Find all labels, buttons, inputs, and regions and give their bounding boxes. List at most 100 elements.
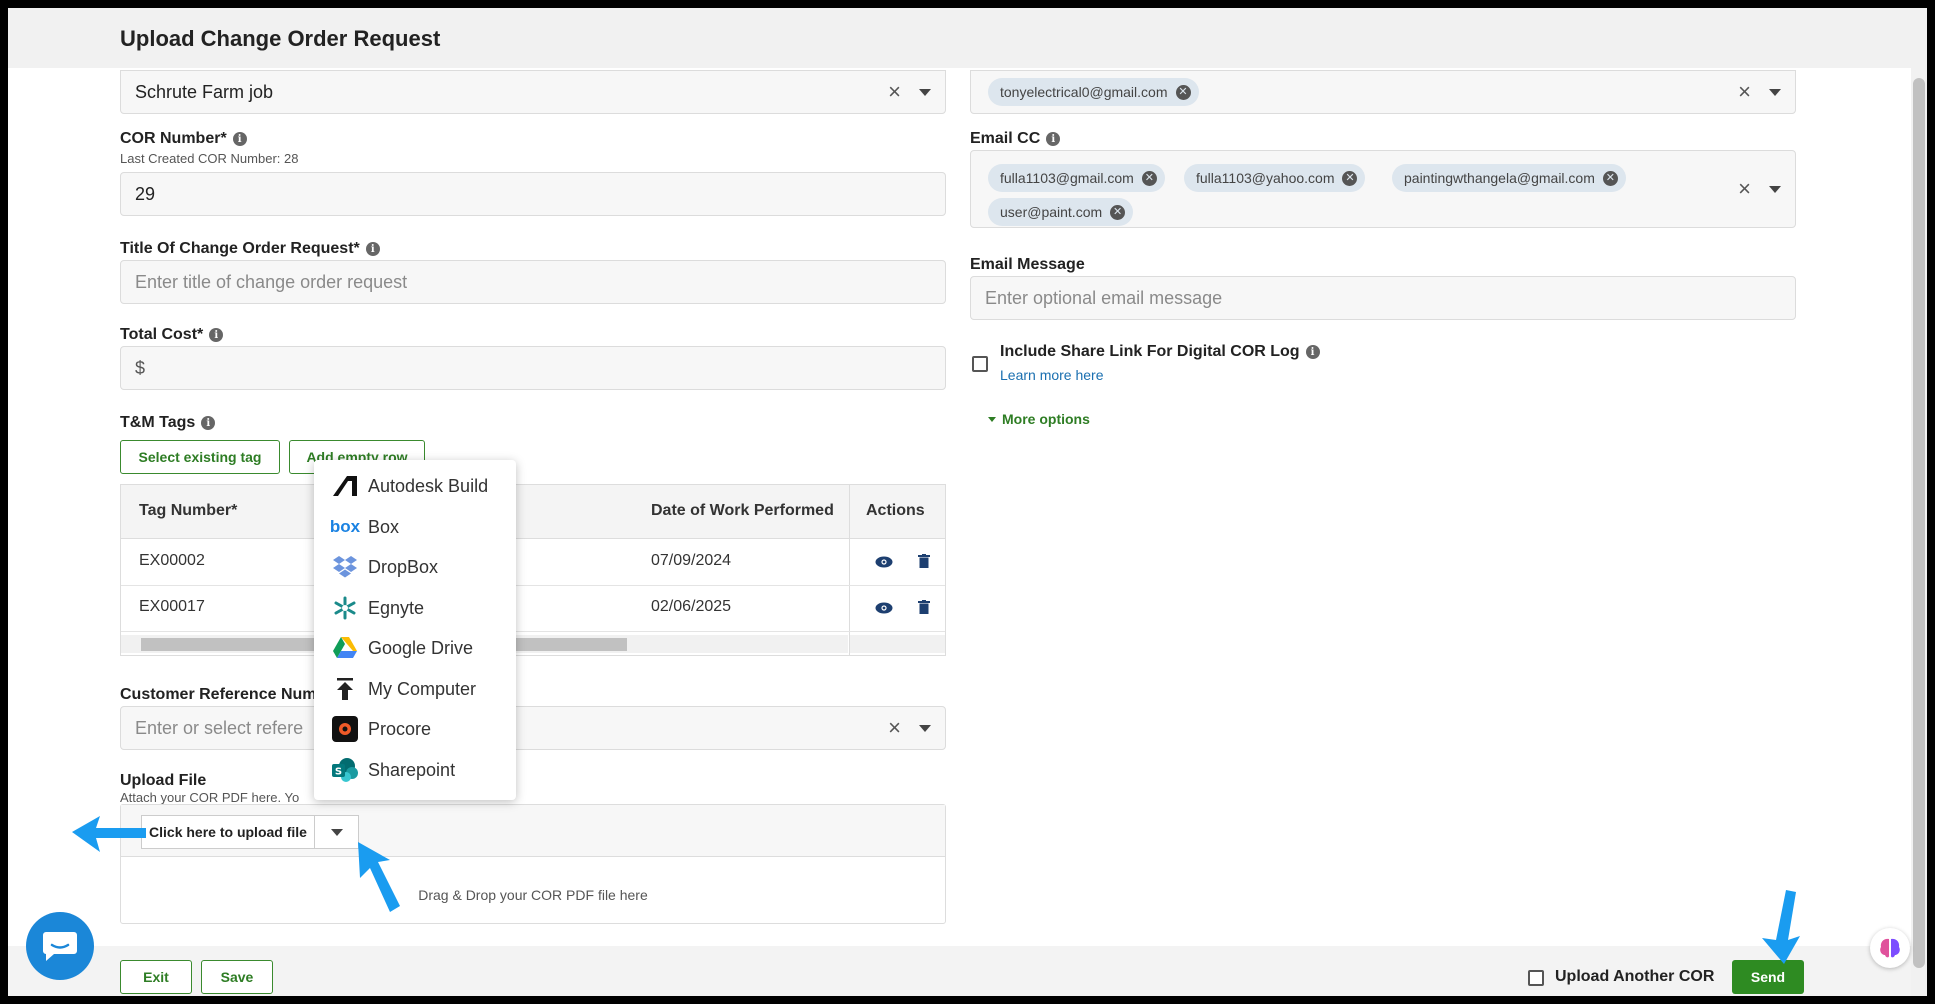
- menu-item-autodesk-build[interactable]: Autodesk Build: [314, 466, 516, 506]
- menu-item-box[interactable]: box Box: [314, 507, 516, 547]
- menu-item-label: Egnyte: [368, 597, 425, 618]
- menu-item-egnyte[interactable]: Egnyte: [314, 588, 516, 628]
- assistant-widget-button[interactable]: [1870, 928, 1910, 968]
- date-cell: 02/06/2025: [651, 598, 732, 615]
- menu-item-dropbox[interactable]: DropBox: [314, 547, 516, 587]
- eye-icon[interactable]: [875, 555, 893, 569]
- upload-button-label: Click here to upload file: [149, 824, 307, 840]
- annotation-arrow-icon: [72, 816, 146, 852]
- tm-tags-table: Tag Number* Date of Work Performed Actio…: [120, 484, 946, 656]
- title-input[interactable]: Enter title of change order request: [120, 260, 946, 304]
- project-value: Schrute Farm job: [135, 81, 274, 102]
- title-label: Title Of Change Order Request* i: [120, 240, 380, 258]
- email-message-input[interactable]: Enter optional email message: [970, 276, 1796, 320]
- info-icon[interactable]: i: [1305, 345, 1320, 359]
- menu-item-label: Autodesk Build: [368, 475, 489, 496]
- email-chip: fulla1103@gmail.com ✕: [988, 164, 1165, 192]
- annotation-arrow-icon: [358, 842, 400, 912]
- project-select[interactable]: Schrute Farm job ×: [120, 70, 946, 114]
- annotation-arrow-icon: [1762, 890, 1800, 964]
- vertical-scrollbar[interactable]: [1911, 68, 1927, 996]
- select-existing-tag-button[interactable]: Select existing tag: [120, 440, 280, 474]
- chevron-down-icon[interactable]: [919, 88, 931, 96]
- cor-number-label-text: COR Number*: [120, 130, 227, 147]
- procore-icon: [332, 716, 358, 742]
- info-icon[interactable]: i: [201, 416, 216, 430]
- eye-icon[interactable]: [875, 601, 893, 615]
- date-cell: 07/09/2024: [651, 552, 732, 569]
- chip-label: fulla1103@yahoo.com: [1196, 170, 1335, 186]
- customer-reference-select[interactable]: Enter or select refere ×: [120, 706, 946, 750]
- info-icon[interactable]: i: [232, 132, 247, 146]
- info-icon[interactable]: i: [365, 242, 380, 256]
- upload-file-button[interactable]: Click here to upload file: [141, 815, 359, 849]
- row-divider: [121, 585, 945, 586]
- email-cc-label: Email CC i: [970, 130, 1061, 148]
- column-date: Date of Work Performed: [651, 502, 834, 519]
- info-icon[interactable]: i: [209, 328, 224, 342]
- remove-chip-icon[interactable]: ✕: [1342, 170, 1358, 186]
- menu-item-procore[interactable]: Procore: [314, 709, 516, 749]
- clear-icon[interactable]: ×: [1738, 178, 1751, 200]
- total-cost-label-text: Total Cost*: [120, 326, 204, 343]
- share-link-label: Include Share Link For Digital COR Log i: [1000, 343, 1320, 361]
- email-chip: paintingwthangela@gmail.com ✕: [1392, 164, 1626, 192]
- clear-icon[interactable]: ×: [1738, 81, 1751, 103]
- chip-label: fulla1103@gmail.com: [1000, 170, 1134, 186]
- email-chip: user@paint.com ✕: [988, 198, 1134, 226]
- clear-icon[interactable]: ×: [888, 81, 901, 103]
- tag-cell[interactable]: EX00017: [139, 598, 205, 616]
- drop-hint: Drag & Drop your COR PDF file here: [418, 887, 648, 903]
- upload-dropzone[interactable]: Click here to upload file Drag & Drop yo…: [120, 804, 946, 924]
- menu-item-sharepoint[interactable]: S Sharepoint: [314, 750, 516, 790]
- remove-chip-icon[interactable]: ✕: [1602, 170, 1618, 186]
- chevron-down-icon[interactable]: [919, 724, 931, 732]
- exit-button[interactable]: Exit: [120, 960, 192, 994]
- horizontal-scrollbar[interactable]: [850, 635, 945, 653]
- column-tag-number: Tag Number*: [139, 502, 238, 519]
- customer-reference-label: Customer Reference Numb: [120, 686, 327, 703]
- scroll-thumb[interactable]: [1913, 78, 1925, 968]
- chevron-down-icon[interactable]: [1769, 88, 1781, 96]
- chat-widget-button[interactable]: [26, 912, 94, 980]
- chip-label: paintingwthangela@gmail.com: [1404, 170, 1595, 186]
- title-label-text: Title Of Change Order Request*: [120, 240, 360, 257]
- upload-another-label: Upload Another COR: [1555, 968, 1715, 985]
- save-button[interactable]: Save: [201, 960, 273, 994]
- upload-toolbar: Click here to upload file: [121, 805, 945, 857]
- upload-another-checkbox[interactable]: [1528, 970, 1544, 986]
- menu-item-label: Sharepoint: [368, 759, 456, 780]
- box-icon: box: [329, 517, 361, 536]
- page-title: Upload Change Order Request: [120, 26, 441, 51]
- menu-item-my-computer[interactable]: My Computer: [314, 669, 516, 709]
- share-link-checkbox[interactable]: [972, 356, 988, 372]
- title-bar: Upload Change Order Request: [8, 8, 1927, 68]
- menu-item-label: DropBox: [368, 556, 439, 577]
- trash-icon[interactable]: [915, 554, 933, 568]
- sharepoint-icon: S: [332, 757, 358, 783]
- tm-tags-label-text: T&M Tags: [120, 414, 196, 431]
- remove-chip-icon[interactable]: ✕: [1110, 204, 1126, 220]
- chevron-down-icon[interactable]: [1769, 185, 1781, 193]
- email-chip: fulla1103@yahoo.com ✕: [1184, 164, 1366, 192]
- clear-icon[interactable]: ×: [888, 717, 901, 739]
- remove-chip-icon[interactable]: ✕: [1175, 84, 1191, 100]
- total-cost-input[interactable]: $: [120, 346, 946, 390]
- chat-icon: [43, 932, 77, 961]
- trash-icon[interactable]: [915, 600, 933, 614]
- table-header: Tag Number* Date of Work Performed Actio…: [121, 485, 945, 539]
- app-window: Upload Change Order Request Schrute Farm…: [8, 8, 1927, 996]
- menu-item-label: Google Drive: [368, 637, 474, 658]
- more-options-toggle[interactable]: More options: [988, 411, 1090, 427]
- autodesk-icon: [332, 473, 358, 499]
- menu-item-google-drive[interactable]: Google Drive: [314, 628, 516, 668]
- cor-number-input[interactable]: 29: [120, 172, 946, 216]
- column-actions: Actions: [866, 502, 925, 519]
- google-drive-icon: [332, 635, 358, 661]
- learn-more-link[interactable]: Learn more here: [1000, 367, 1104, 383]
- info-icon[interactable]: i: [1046, 132, 1061, 146]
- tag-cell[interactable]: EX00002: [139, 552, 205, 570]
- remove-chip-icon[interactable]: ✕: [1141, 170, 1157, 186]
- share-link-label-text: Include Share Link For Digital COR Log: [1000, 343, 1300, 360]
- email-message-placeholder: Enter optional email message: [985, 287, 1223, 308]
